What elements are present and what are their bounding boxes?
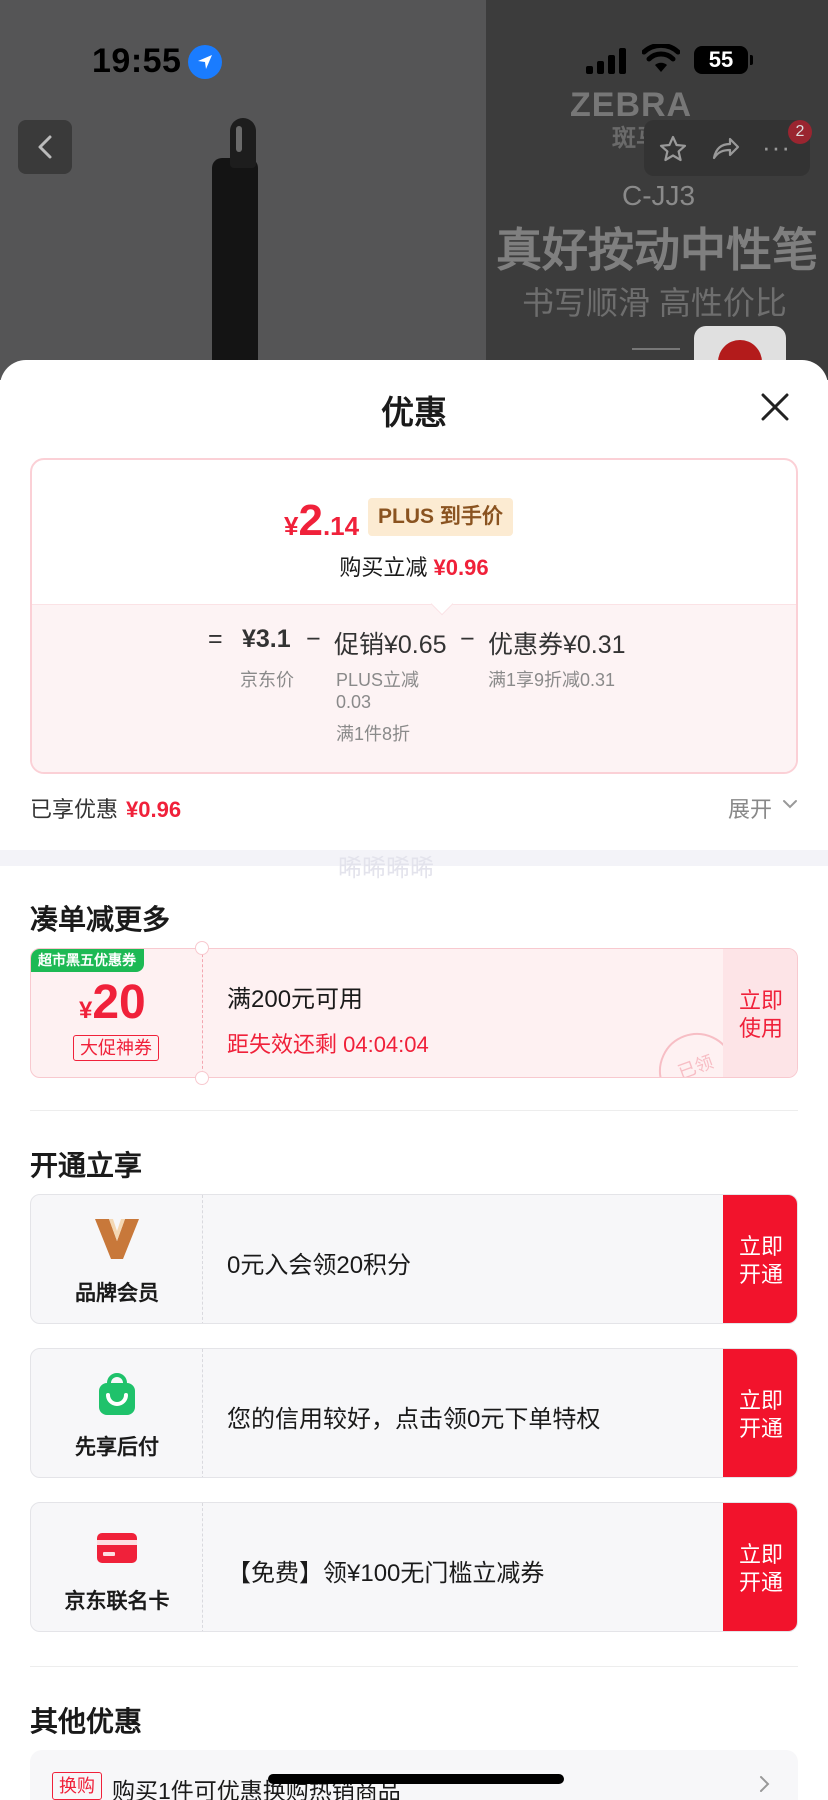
section-title-membership: 开通立享 — [30, 1150, 143, 1181]
status-bar: 19:55 55 — [0, 0, 828, 120]
cellular-signal-icon — [586, 48, 628, 74]
product-features: 书写顺滑 高性价比 — [522, 285, 787, 321]
coupon-note: 满1享9折减0.31 — [488, 670, 616, 690]
chevron-right-icon — [758, 1774, 772, 1799]
final-price: ¥2.14 — [284, 496, 360, 545]
section-title-other: 其他优惠 — [30, 1706, 143, 1737]
coupon-condition: 满200元可用 — [227, 986, 364, 1013]
location-arrow-icon — [188, 45, 222, 79]
back-button[interactable] — [18, 120, 72, 174]
star-icon[interactable] — [658, 134, 688, 169]
open-now-button[interactable]: 立即 开通 — [723, 1195, 797, 1323]
cart-badge: 2 — [788, 120, 812, 144]
purchase-reduction: 购买立减 ¥0.96 — [339, 555, 489, 580]
price-formula: = ¥3.1 京东价 − 促销¥0.65 PLUS立减 0.03 满1件8折 −… — [32, 604, 796, 772]
more-icon[interactable]: ··· — [762, 132, 791, 163]
promo-note: PLUS立减 0.03 — [336, 670, 420, 712]
top-nav-actions: ··· — [644, 120, 810, 176]
sheet-title: 优惠 — [381, 394, 447, 431]
brand-member-icon — [93, 1215, 141, 1263]
expand-button[interactable]: 展开 — [728, 792, 772, 824]
trade-in-tag: 换购 — [52, 1772, 102, 1800]
promo-amount: 促销¥0.65 — [334, 631, 447, 659]
enjoyed-discount: 已享优惠 ¥0.96 — [30, 797, 182, 822]
formula-equals: = — [208, 625, 223, 653]
open-now-button[interactable]: 立即 开通 — [723, 1349, 797, 1477]
shopping-bag-icon — [93, 1369, 141, 1417]
membership-row-card[interactable]: 京东联名卡 【免费】领¥100无门槛立减券 立即 开通 — [30, 1502, 798, 1632]
coupon-card[interactable]: 超市黑五优惠券 ¥20 大促神券 满200元可用 距失效还剩 04:04:04 … — [30, 948, 798, 1078]
coupon-amount-value: ¥20 — [79, 976, 146, 1029]
wifi-icon — [641, 42, 681, 74]
price-breakdown-card: ¥2.14 PLUS 到手价 购买立减 ¥0.96 = ¥3.1 京东价 − 促… — [30, 458, 798, 774]
use-now-button[interactable]: 立即 使用 — [723, 949, 797, 1077]
plus-price-tag: PLUS 到手价 — [368, 498, 513, 536]
open-now-button[interactable]: 立即 开通 — [723, 1503, 797, 1631]
watermark: 晞晞晞晞 — [338, 855, 434, 882]
coupon-kind: 大促神券 — [73, 1035, 159, 1061]
product-slogan: 真好按动中性笔 — [496, 224, 818, 276]
jd-price: ¥3.1 — [242, 625, 291, 653]
close-icon[interactable] — [758, 390, 792, 424]
home-indicator — [268, 1774, 564, 1784]
jd-price-label: 京东价 — [240, 670, 294, 690]
section-title-more: 凑单减更多 — [30, 904, 171, 935]
formula-minus: − — [306, 625, 321, 653]
coupon-countdown: 距失效还剩 04:04:04 — [227, 1032, 429, 1057]
battery-icon: 55 — [694, 46, 753, 74]
product-model: C-JJ3 — [622, 180, 696, 211]
credit-card-icon — [93, 1523, 141, 1571]
status-time: 19:55 — [92, 42, 182, 80]
coupon-tag: 超市黑五优惠券 — [31, 949, 144, 972]
share-icon[interactable] — [710, 134, 740, 169]
coupon-amount: 优惠券¥0.31 — [488, 631, 626, 659]
chevron-down-icon[interactable] — [782, 796, 798, 817]
membership-row-paylater[interactable]: 先享后付 您的信用较好，点击领0元下单特权 立即 开通 — [30, 1348, 798, 1478]
discount-sheet: 优惠 ¥2.14 PLUS 到手价 购买立减 ¥0.96 = ¥3.1 京东价 … — [0, 360, 828, 1800]
formula-minus: − — [460, 625, 475, 653]
product-pen-image — [210, 118, 260, 380]
promo-note-full: 满1件8折 — [336, 724, 411, 744]
membership-row-brand[interactable]: 品牌会员 0元入会领20积分 立即 开通 — [30, 1194, 798, 1324]
